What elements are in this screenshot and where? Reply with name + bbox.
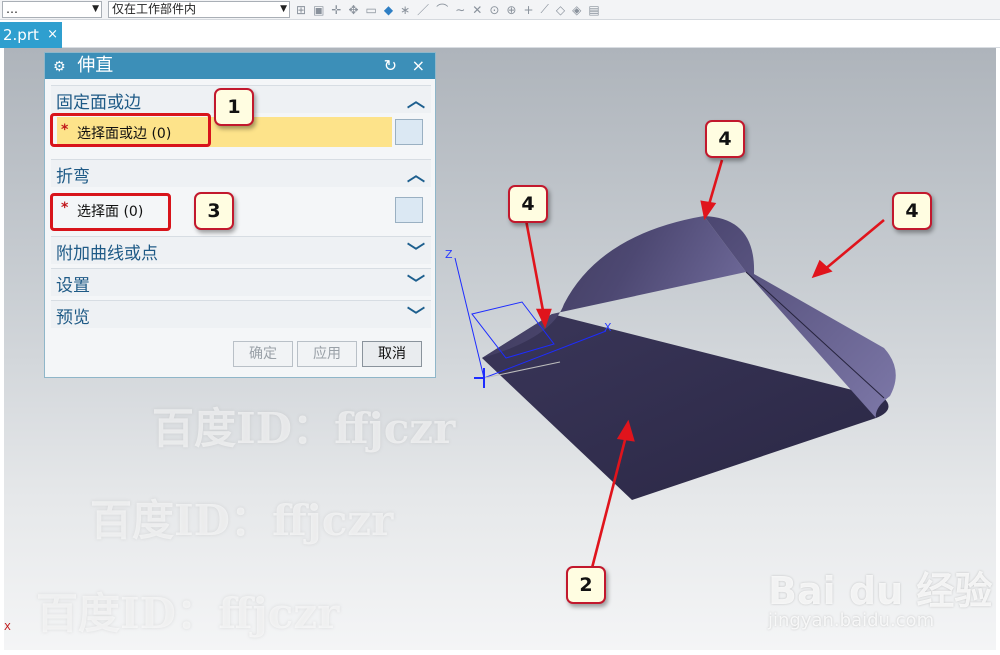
- face-icon[interactable]: ◆: [384, 3, 393, 17]
- dialog-title: 伸直: [77, 55, 114, 76]
- line-icon[interactable]: ／: [417, 1, 429, 18]
- document-tabbar: 2.prt ×: [0, 20, 1000, 48]
- section-label: 设置: [56, 276, 90, 296]
- chevron-up-icon[interactable]: ︿: [407, 87, 425, 113]
- callout-number-4: 4: [508, 185, 548, 223]
- chevron-down-icon[interactable]: ▼: [92, 2, 99, 17]
- view-icon[interactable]: ▭: [366, 3, 377, 17]
- snap-point-icon[interactable]: ⊞: [296, 3, 306, 17]
- section-settings[interactable]: 设置 ﹀: [51, 268, 431, 296]
- tab-part-file[interactable]: 2.prt ×: [0, 22, 62, 48]
- corner-triad-x-label: X: [4, 622, 11, 633]
- tab-label: 2.prt: [3, 26, 39, 44]
- callout-box-face: [50, 193, 171, 231]
- move-icon[interactable]: ✥: [348, 3, 358, 17]
- filter-combo-value: …: [6, 2, 18, 16]
- section-label: 附加曲线或点: [56, 244, 158, 264]
- gear-icon: ⚙: [53, 59, 66, 75]
- selection-scope-value: 仅在工作部件内: [112, 2, 197, 16]
- select-face-icon[interactable]: [395, 197, 423, 223]
- selection-scope-combo[interactable]: 仅在工作部件内 ▼: [108, 1, 290, 18]
- overflow-icon[interactable]: ▤: [588, 3, 599, 17]
- callout-number-1: 1: [214, 88, 254, 126]
- section-label: 折弯: [56, 167, 90, 187]
- ok-button[interactable]: 确定: [233, 341, 293, 367]
- close-icon[interactable]: ×: [412, 53, 425, 79]
- section-preview[interactable]: 预览 ﹀: [51, 300, 431, 328]
- axis-x-label: X: [604, 321, 612, 334]
- toolbar-icons: ⊞ ▣ ✛ ✥ ▭ ◆ ∗ ／ ⌒ ∼ ✕ ⊙ ⊕ + ⟋ ◇ ◈ ▤: [296, 1, 600, 18]
- select-icon[interactable]: ✛: [331, 3, 341, 17]
- tangent-icon[interactable]: ⟋: [541, 2, 549, 17]
- intersect-icon[interactable]: ✕: [472, 3, 482, 17]
- center-icon[interactable]: ⊙: [489, 3, 499, 17]
- chevron-down-icon[interactable]: ▼: [280, 2, 287, 17]
- point-icon[interactable]: ∗: [400, 3, 410, 17]
- callout-number-4: 4: [892, 192, 932, 230]
- close-icon[interactable]: ×: [47, 22, 58, 48]
- filter-icon[interactable]: ▣: [313, 3, 324, 17]
- top-toolbar: … ▼ 仅在工作部件内 ▼ ⊞ ▣ ✛ ✥ ▭ ◆ ∗ ／ ⌒ ∼ ✕ ⊙ ⊕ …: [0, 0, 1000, 20]
- callout-number-4: 4: [705, 120, 745, 158]
- cancel-button[interactable]: 取消: [362, 341, 422, 367]
- axis-z-label: Z: [445, 248, 453, 261]
- snap-face-icon[interactable]: ◇: [556, 3, 565, 17]
- baidu-jingyan-logo: Bai du 经验: [768, 569, 993, 613]
- spline-icon[interactable]: ∼: [455, 3, 465, 17]
- callout-box-fixed: [50, 113, 211, 147]
- baidu-jingyan-url: jingyan.baidu.com: [768, 610, 935, 631]
- chevron-up-icon[interactable]: ︿: [407, 161, 425, 187]
- snap-edge-icon[interactable]: ◈: [572, 3, 581, 17]
- watermark-text: 百度ID：ffjczr: [36, 589, 340, 638]
- chevron-down-icon[interactable]: ﹀: [407, 270, 425, 296]
- chevron-down-icon[interactable]: ﹀: [407, 238, 425, 264]
- chevron-down-icon[interactable]: ﹀: [407, 302, 425, 328]
- arc-icon[interactable]: ⌒: [436, 1, 448, 18]
- section-additional-curve-or-point[interactable]: 附加曲线或点 ﹀: [51, 236, 431, 264]
- reset-icon[interactable]: ↻: [384, 53, 397, 79]
- plus-icon[interactable]: +: [523, 3, 533, 17]
- quadrant-icon[interactable]: ⊕: [506, 3, 516, 17]
- section-label: 固定面或边: [56, 93, 141, 113]
- select-face-edge-icon[interactable]: [395, 119, 423, 145]
- apply-button[interactable]: 应用: [297, 341, 357, 367]
- section-label: 预览: [56, 308, 90, 328]
- callout-number-2: 2: [566, 566, 606, 604]
- dialog-titlebar[interactable]: ⚙ 伸直 ↻ ×: [45, 53, 435, 79]
- watermark-text: 百度ID：ffjczr: [152, 404, 456, 453]
- filter-combo[interactable]: … ▼: [2, 1, 102, 18]
- callout-number-3: 3: [194, 192, 234, 230]
- section-bend[interactable]: 折弯 ︿: [51, 159, 431, 187]
- watermark-text: 百度ID：ffjczr: [90, 496, 394, 545]
